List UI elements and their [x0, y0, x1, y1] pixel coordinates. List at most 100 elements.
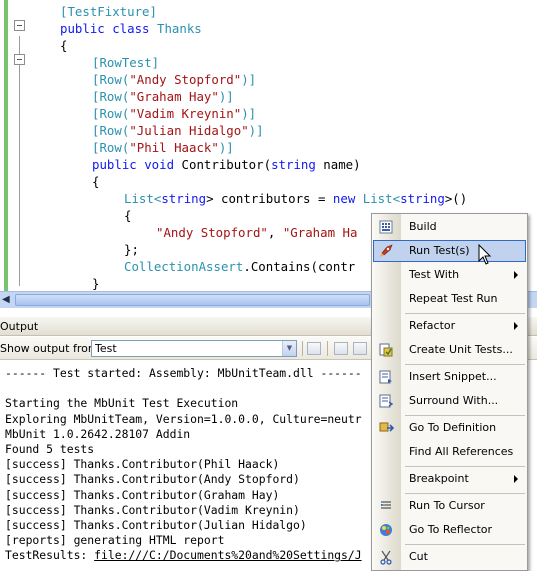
menu-item-label: Create Unit Tests... — [409, 343, 513, 356]
menu-item-create-unit-tests[interactable]: Create Unit Tests... — [373, 339, 526, 361]
menu-separator — [405, 544, 525, 545]
code-token: .Contains(contr — [243, 259, 356, 274]
chevron-down-icon[interactable]: ▼ — [282, 341, 296, 356]
find-message-icon[interactable] — [307, 342, 321, 355]
build-icon — [378, 219, 394, 235]
code-token: List< — [362, 191, 401, 206]
code-line: [Row("Andy Stopford")] — [92, 71, 256, 88]
menu-item-label: Build — [409, 220, 437, 233]
test-results-link[interactable]: file:///C:/Documents%20and%20Settings/J — [94, 548, 361, 562]
code-token: , — [267, 225, 283, 240]
code-token: public class — [60, 21, 157, 36]
code-token: Thanks — [156, 21, 202, 36]
code-token: [RowTest] — [92, 55, 160, 70]
code-line: { — [124, 207, 131, 224]
outline-line — [19, 36, 20, 286]
code-token: >() — [444, 191, 468, 206]
menu-item-label: Repeat Test Run — [409, 292, 498, 305]
code-token: CollectionAssert — [124, 259, 244, 274]
run-to-cursor-icon — [378, 498, 394, 514]
menu-item-go-to-definition[interactable]: Go To Definition — [373, 417, 526, 439]
menu-separator — [405, 364, 525, 365]
code-token: > contributors = — [206, 191, 333, 206]
menu-item-find-all-references[interactable]: Find All References — [373, 441, 526, 463]
code-token: [Row( — [92, 123, 130, 138]
output-title: Output — [0, 320, 39, 333]
menu-separator — [405, 313, 525, 314]
scissors-icon — [378, 549, 394, 565]
menu-item-insert-snippet[interactable]: Insert Snippet... — [373, 366, 526, 388]
scroll-left-arrow-icon[interactable]: ◀ — [2, 295, 12, 305]
toolbar-separator — [327, 341, 328, 356]
code-line: } — [92, 275, 99, 291]
menu-item-go-to-reflector[interactable]: Go To Reflector — [373, 519, 526, 541]
code-line: }; — [124, 241, 139, 258]
code-token: name) — [315, 157, 361, 172]
collapse-class-toggle-icon[interactable] — [14, 20, 25, 31]
menu-separator — [405, 415, 525, 416]
code-token: Contributor( — [181, 157, 272, 172]
menu-item-label: Breakpoint — [409, 472, 469, 485]
menu-item-surround-with[interactable]: Surround With... — [373, 390, 526, 412]
submenu-arrow-icon — [514, 271, 518, 279]
menu-item-test-with[interactable]: Test With — [373, 264, 526, 286]
menu-item-run-test-s[interactable]: Run Test(s) — [373, 240, 526, 262]
show-output-from-label: Show output from: — [0, 342, 103, 355]
menu-item-label: Surround With... — [409, 394, 499, 407]
code-line: [TestFixture] — [60, 3, 157, 20]
menu-item-refactor[interactable]: Refactor — [373, 315, 526, 337]
code-line: [Row("Julian Hidalgo")] — [92, 122, 264, 139]
code-token: )] — [241, 106, 257, 121]
code-token: )] — [218, 89, 234, 104]
code-line: { — [60, 37, 67, 54]
snippet-icon — [378, 369, 394, 385]
code-token: { — [124, 208, 132, 223]
code-token: string — [400, 191, 445, 206]
code-token: "Julian Hidalgo" — [129, 123, 249, 138]
code-token: List< — [124, 191, 162, 206]
code-line: { — [92, 173, 99, 190]
code-token: string — [161, 191, 207, 206]
code-token: "Graham Hay" — [129, 89, 219, 104]
code-token: string — [271, 157, 316, 172]
code-token: )] — [218, 140, 234, 155]
menu-item-cut[interactable]: Cut — [373, 546, 526, 568]
menu-item-label: Run To Cursor — [409, 499, 485, 512]
collapse-method-toggle-icon[interactable] — [14, 54, 25, 65]
test-results-prefix: TestResults: — [5, 548, 95, 563]
menu-item-repeat-test-run[interactable]: Repeat Test Run — [373, 288, 526, 310]
editor-margin — [0, 0, 16, 291]
show-output-from-value: Test — [95, 342, 117, 355]
code-token: "Vadim Kreynin" — [129, 106, 242, 121]
code-token: [Row( — [92, 140, 130, 155]
code-line: [Row("Graham Hay")] — [92, 88, 234, 105]
code-token: "Andy Stopford" — [156, 225, 268, 240]
menu-item-label: Refactor — [409, 319, 456, 332]
editor-context-menu: Build Run Test(s) Test With Repeat Test Run… — [371, 213, 528, 571]
scrollbar-thumb[interactable] — [15, 294, 370, 306]
code-token: [Row( — [92, 89, 130, 104]
code-line: "Andy Stopford", "Graham Ha — [156, 224, 357, 241]
code-line: public class Thanks — [60, 20, 202, 37]
previous-message-icon[interactable] — [334, 342, 348, 355]
menu-item-label: Test With — [409, 268, 460, 281]
menu-item-run-to-cursor[interactable]: Run To Cursor — [373, 495, 526, 517]
code-token: )] — [241, 72, 257, 87]
next-message-icon[interactable] — [353, 342, 367, 355]
menu-item-label: Insert Snippet... — [409, 370, 497, 383]
code-line: [Row("Vadim Kreynin")] — [92, 105, 256, 122]
menu-item-build[interactable]: Build — [373, 216, 526, 238]
menu-item-breakpoint[interactable]: Breakpoint — [373, 468, 526, 490]
menu-separator — [405, 466, 525, 467]
code-token: }; — [124, 242, 139, 257]
submenu-arrow-icon — [514, 322, 518, 330]
code-token: "Andy Stopford" — [129, 72, 242, 87]
submenu-arrow-icon — [514, 475, 518, 483]
code-line: public void Contributor(string name) — [92, 156, 361, 173]
code-line: [RowTest] — [92, 54, 159, 71]
code-line: [Row("Phil Haack")] — [92, 139, 234, 156]
code-token: [Row( — [92, 106, 130, 121]
code-token: )] — [248, 123, 264, 138]
show-output-from-select[interactable]: Test ▼ — [91, 340, 297, 357]
menu-item-label: Find All References — [409, 445, 514, 458]
